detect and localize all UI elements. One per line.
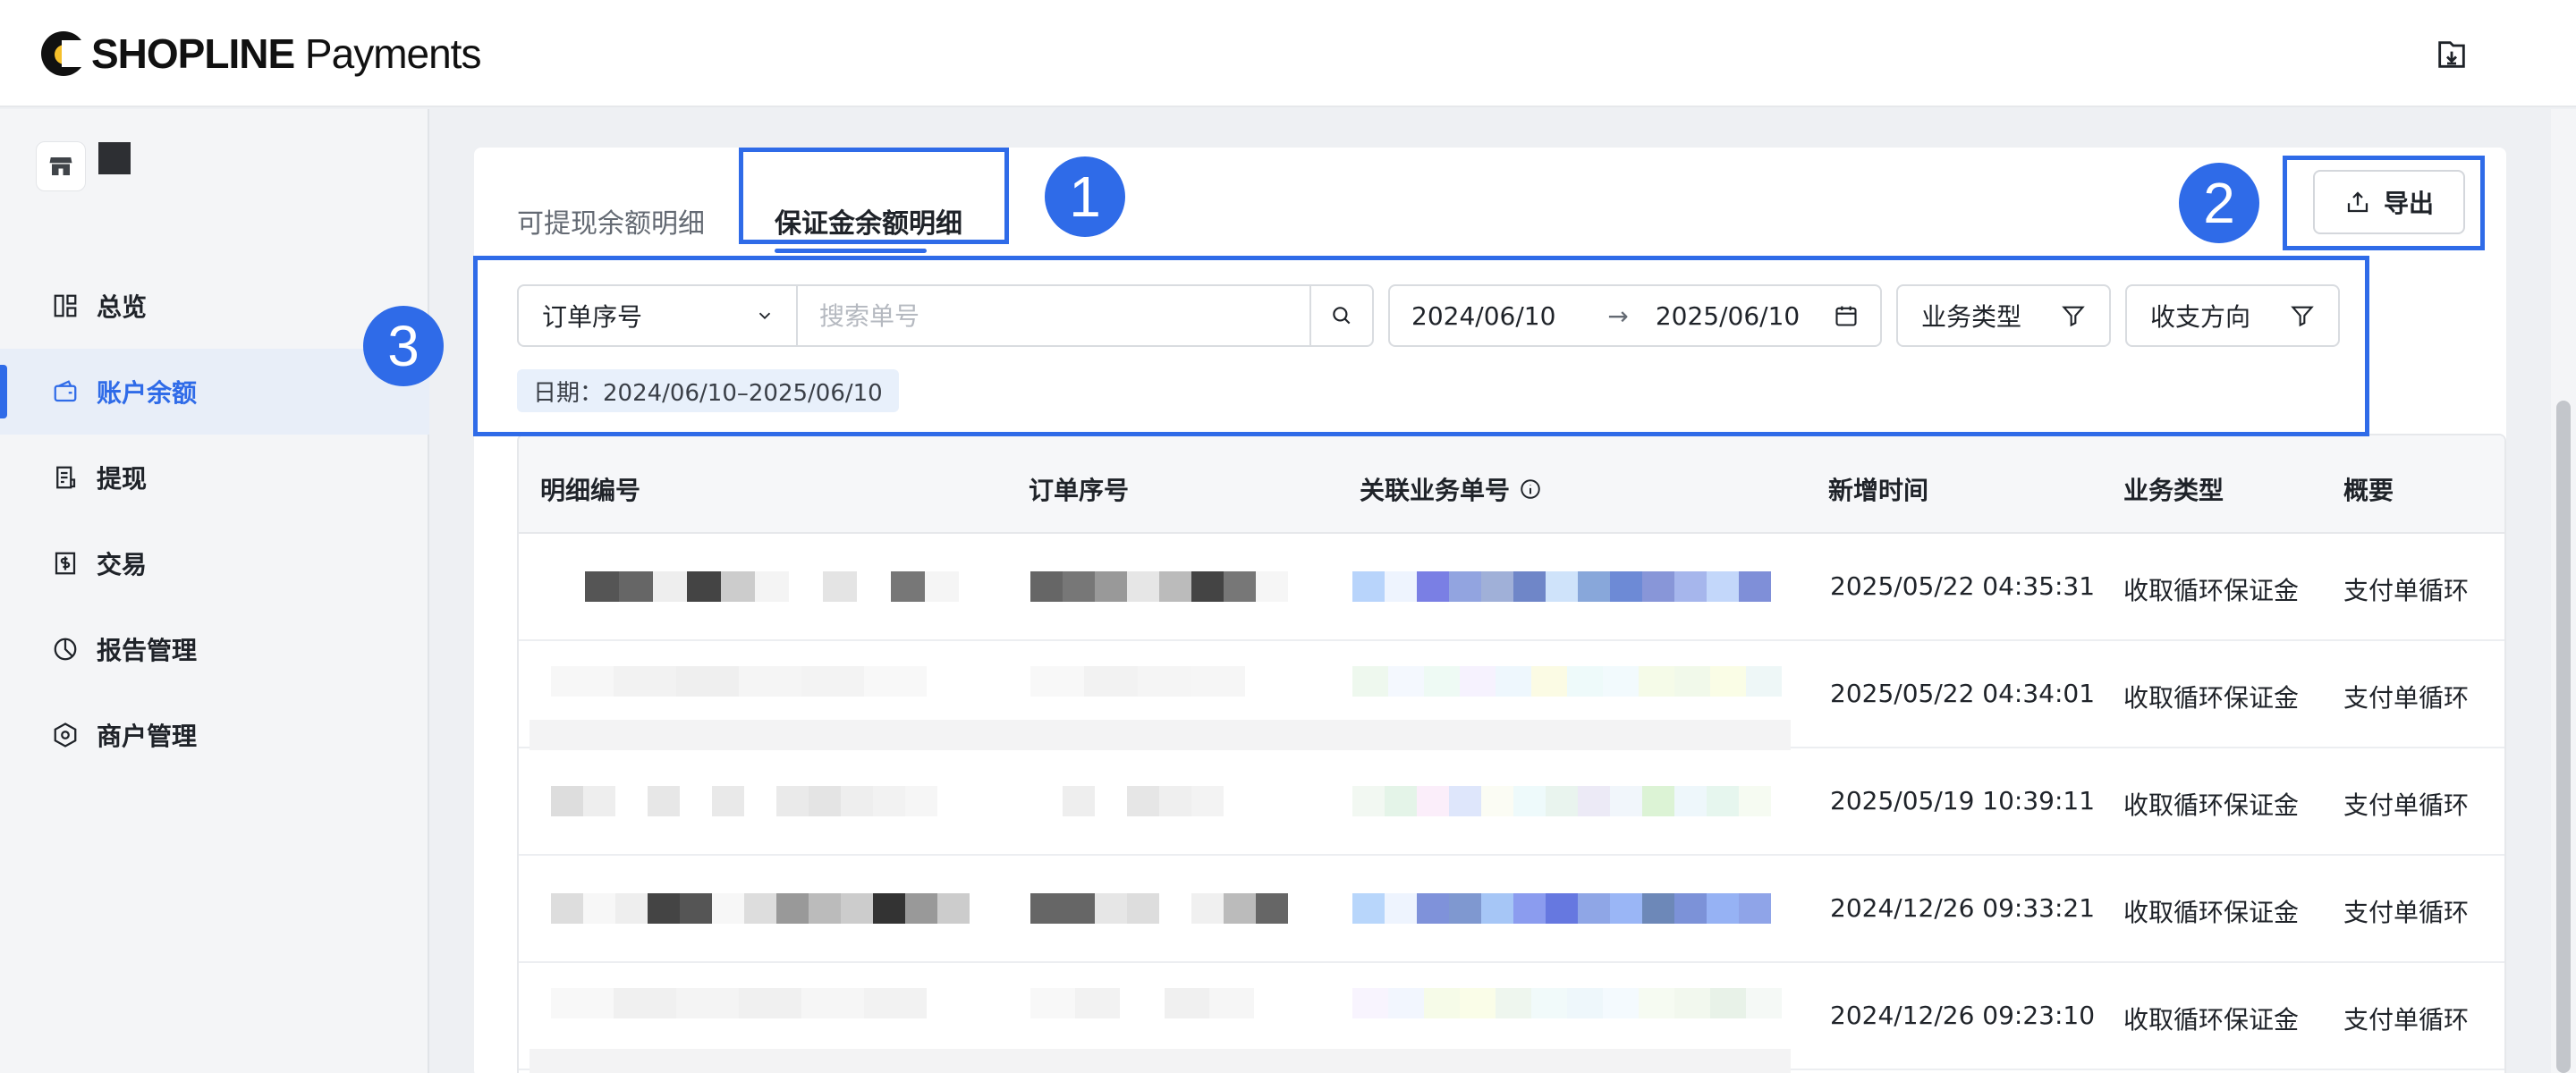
withdraw-icon	[50, 462, 80, 493]
business-type: 收取循环保证金	[2123, 576, 2300, 605]
table-row[interactable]: 2025/05/22 04:34:01 收取循环保证金 支付单循环	[519, 641, 2504, 750]
summary: 支付单循环	[2343, 1005, 2470, 1035]
created-time: 2025/05/22 04:35:31	[1830, 571, 2096, 601]
sidebar-item-merchant[interactable]: 商户管理	[0, 692, 429, 778]
download-button[interactable]	[2431, 34, 2472, 75]
summary: 支付单循环	[2343, 576, 2470, 605]
sidebar-item-label: 报告管理	[97, 636, 198, 665]
created-time: 2025/05/22 04:34:01	[1830, 679, 2096, 708]
redacted-detail-id	[551, 571, 959, 602]
sidebar-item-label: 商户管理	[97, 722, 198, 751]
business-type: 收取循环保证金	[2123, 790, 2300, 820]
redacted-order-no	[1030, 571, 1288, 602]
sidebar: 总览 账户余额 提现 交易 报告管理 商户管理	[0, 109, 429, 1073]
redacted-business-no	[1352, 786, 1771, 816]
business-type: 收取循环保证金	[2123, 898, 2300, 927]
annotation-box-export	[2283, 156, 2485, 250]
redacted-order-no	[1030, 893, 1288, 924]
annotation-number-2: 2	[2179, 163, 2259, 243]
business-type: 收取循环保证金	[2123, 1005, 2300, 1035]
active-tab-indicator	[775, 249, 927, 253]
deposit-detail-table: 明细编号 订单序号 关联业务单号 新增时间 业务类型 概要 2025/05/22…	[517, 434, 2506, 1073]
column-header: 新增时间	[1828, 476, 1929, 505]
summary: 支付单循环	[2343, 898, 2470, 927]
transaction-icon	[50, 548, 80, 579]
sidebar-item-label: 账户余额	[97, 378, 198, 408]
redacted-detail-id	[551, 893, 970, 924]
sidebar-item-label: 总览	[97, 292, 148, 322]
created-time: 2024/12/26 09:33:21	[1830, 893, 2096, 923]
redacted-business-no	[1352, 571, 1771, 602]
redacted-business-no	[1352, 988, 1782, 1018]
report-icon	[50, 634, 80, 664]
annotation-box-tab	[739, 148, 1009, 244]
table-row[interactable]: 2025/05/22 04:35:31 收取循环保证金 支付单循环	[519, 534, 2504, 641]
sidebar-item-label: 提现	[97, 464, 148, 494]
brand-subtitle: Payments	[294, 30, 482, 77]
summary: 支付单循环	[2343, 790, 2470, 820]
tab-withdrawable-balance[interactable]: 可提现余额明细	[517, 201, 705, 241]
annotation-box-filters	[473, 256, 2369, 436]
redacted-row-stripe	[530, 1049, 1791, 1073]
redacted-row-stripe	[530, 720, 1791, 750]
table-row[interactable]: 2024/12/26 09:23:10 收取循环保证金 支付单循环	[519, 963, 2504, 1073]
dashboard-icon	[50, 291, 80, 321]
redacted-order-no	[1030, 666, 1245, 697]
shop-name-redacted	[98, 142, 131, 174]
column-header: 关联业务单号	[1360, 471, 1542, 507]
redacted-order-no	[1030, 786, 1224, 816]
column-header: 订单序号	[1029, 476, 1130, 505]
sidebar-item-report[interactable]: 报告管理	[0, 606, 429, 692]
annotation-number-1: 1	[1045, 156, 1125, 237]
sidebar-item-transaction[interactable]: 交易	[0, 520, 429, 606]
annotation-number-3: 3	[363, 306, 444, 386]
redacted-business-no	[1352, 666, 1782, 697]
page-scrollbar-thumb[interactable]	[2556, 401, 2571, 1073]
sidebar-item-account-balance[interactable]: 账户余额	[0, 349, 429, 435]
shopline-logo[interactable]: SHOPLINE Payments	[41, 27, 482, 80]
column-header-label: 关联业务单号	[1360, 476, 1511, 505]
shopline-logo-icon	[41, 31, 86, 76]
shop-switcher[interactable]	[36, 141, 131, 191]
column-header: 明细编号	[540, 476, 641, 505]
business-type: 收取循环保证金	[2123, 683, 2300, 713]
brand-name: SHOPLINE	[91, 30, 295, 77]
summary: 支付单循环	[2343, 683, 2470, 713]
redacted-business-no	[1352, 893, 1771, 924]
download-icon	[2438, 41, 2465, 68]
table-row[interactable]: 2025/05/19 10:39:11 收取循环保证金 支付单循环	[519, 748, 2504, 856]
redacted-detail-id	[551, 988, 927, 1018]
created-time: 2024/12/26 09:23:10	[1830, 1001, 2096, 1030]
merchant-icon	[50, 720, 80, 750]
top-header: SHOPLINE Payments	[0, 0, 2576, 107]
column-header: 业务类型	[2123, 476, 2224, 505]
store-icon	[36, 141, 86, 191]
info-icon[interactable]	[1519, 477, 1542, 501]
sidebar-item-withdraw[interactable]: 提现	[0, 435, 429, 520]
redacted-order-no	[1030, 988, 1254, 1018]
wallet-icon	[50, 376, 80, 407]
created-time: 2025/05/19 10:39:11	[1830, 786, 2096, 815]
table-header: 明细编号 订单序号 关联业务单号 新增时间 业务类型 概要	[519, 435, 2504, 534]
column-header: 概要	[2343, 476, 2394, 505]
redacted-detail-id	[551, 666, 927, 697]
sidebar-item-label: 交易	[97, 550, 148, 579]
table-row[interactable]: 2024/12/26 09:33:21 收取循环保证金 支付单循环	[519, 856, 2504, 963]
redacted-detail-id	[551, 786, 937, 816]
